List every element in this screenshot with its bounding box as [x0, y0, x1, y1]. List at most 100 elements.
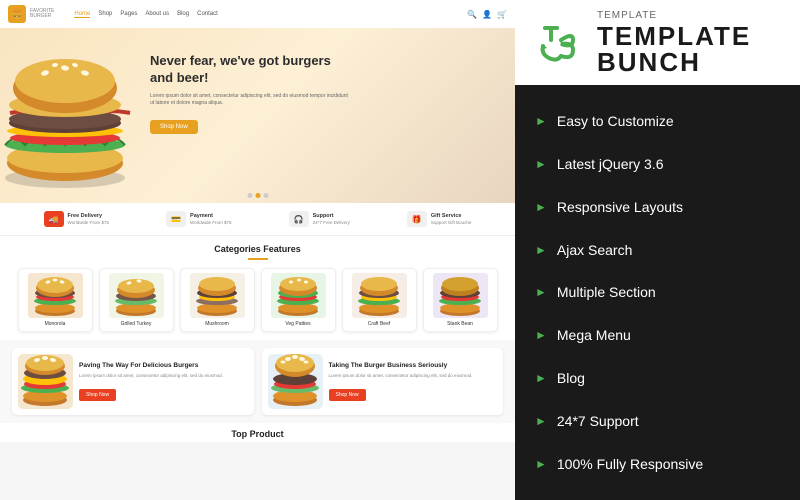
feature-label-5: Multiple Section — [557, 284, 656, 300]
feature-support: 🎧 Support24*7 Free Delivery — [289, 211, 350, 227]
brand-header: TEMPLATE TEMPLATE BUNCH — [515, 0, 800, 85]
logo-icon: 🍔 — [8, 5, 26, 23]
promo-button-2[interactable]: Shop Now — [329, 389, 366, 401]
promo-section: Paving The Way For Delicious Burgers Lor… — [0, 340, 515, 423]
feature-delivery: 🚚 Free DeliveryWorldwide From $75 — [44, 211, 109, 227]
category-item[interactable]: Monorola — [18, 268, 93, 332]
promo-image-2 — [268, 354, 323, 409]
nav-blog[interactable]: Blog — [177, 11, 189, 18]
feature-label-3: Responsive Layouts — [557, 199, 683, 215]
category-item[interactable]: Grilled Turkey — [99, 268, 174, 332]
category-image — [190, 273, 245, 318]
dot-2[interactable] — [255, 193, 260, 198]
nav-about[interactable]: About us — [145, 11, 169, 18]
feature-label-7: Blog — [557, 370, 585, 386]
promo-title-1: Paving The Way For Delicious Burgers — [79, 362, 223, 370]
brand-tagline: TEMPLATE — [597, 10, 751, 21]
feature-label-9: 100% Fully Responsive — [557, 456, 703, 472]
delivery-icon: 🚚 — [44, 211, 64, 227]
category-image — [28, 273, 83, 318]
category-image — [271, 273, 326, 318]
feature-row-3: ► Responsive Layouts — [535, 196, 780, 218]
shop-now-button[interactable]: Shop Now — [150, 120, 198, 134]
nav-contact[interactable]: Contact — [197, 11, 218, 18]
category-item[interactable]: Stank Bean — [423, 268, 498, 332]
promo-image-1 — [18, 354, 73, 409]
features-list: ► Easy to Customize ► Latest jQuery 3.6 … — [515, 85, 800, 500]
nav-pages[interactable]: Pages — [120, 11, 137, 18]
category-image — [352, 273, 407, 318]
nav-icons: 🔍 👤 🛒 — [467, 10, 507, 19]
arrow-icon-1: ► — [535, 114, 547, 128]
user-icon[interactable]: 👤 — [482, 10, 492, 19]
support-icon: 🎧 — [289, 211, 309, 227]
right-panel: TEMPLATE TEMPLATE BUNCH ► Easy to Custom… — [515, 0, 800, 500]
feature-row-9: ► 100% Fully Responsive — [535, 453, 780, 475]
title-divider — [248, 258, 268, 260]
feature-gift: 🎁 Gift ServiceSupport Gift Bouche — [407, 211, 472, 227]
nav-home[interactable]: Home — [74, 11, 90, 18]
logo-text: FAVORITE BURGER — [30, 9, 54, 19]
promo-button-1[interactable]: Shop Now — [79, 389, 116, 401]
navbar: 🍔 FAVORITE BURGER Home Shop Pages About … — [0, 0, 515, 28]
promo-desc-1: Lorem ipsum dolor sit amet, consectetur … — [79, 373, 223, 379]
promo-card-1: Paving The Way For Delicious Burgers Lor… — [12, 348, 254, 415]
cart-icon[interactable]: 🛒 — [497, 10, 507, 19]
hero-title: Never fear, we've got burgers and beer! — [150, 53, 350, 87]
category-name: Veg Patties — [266, 321, 331, 327]
category-name: Craft Beef — [347, 321, 412, 327]
support-text: Support24*7 Free Delivery — [313, 213, 350, 226]
promo-title-2: Taking The Burger Business Seriously — [329, 362, 473, 370]
category-name: Grilled Turkey — [104, 321, 169, 327]
categories-section: Categories Features — [0, 236, 515, 340]
top-product-label: Top Product — [0, 423, 515, 442]
arrow-icon-8: ► — [535, 414, 547, 428]
website-preview: 🍔 FAVORITE BURGER Home Shop Pages About … — [0, 0, 515, 500]
arrow-icon-5: ► — [535, 285, 547, 299]
category-item[interactable]: Mushroom — [180, 268, 255, 332]
arrow-icon-2: ► — [535, 157, 547, 171]
category-name: Monorola — [23, 321, 88, 327]
feature-label-1: Easy to Customize — [557, 113, 674, 129]
nav-shop[interactable]: Shop — [98, 11, 112, 18]
dot-1[interactable] — [247, 193, 252, 198]
hero-description: Lorem ipsum dolor sit amet, consectetur … — [150, 93, 350, 107]
brand-sub-name: BUNCH — [597, 49, 751, 75]
features-bar: 🚚 Free DeliveryWorldwide From $75 💳 Paym… — [0, 203, 515, 236]
feature-payment: 💳 PaymentWorldwide From $75 — [166, 211, 231, 227]
feature-label-2: Latest jQuery 3.6 — [557, 156, 664, 172]
feature-row-1: ► Easy to Customize — [535, 110, 780, 132]
feature-row-2: ► Latest jQuery 3.6 — [535, 153, 780, 175]
hero-burger-image — [0, 33, 150, 193]
promo-card-2: Taking The Burger Business Seriously Lor… — [262, 348, 504, 415]
brand-name: TEMPLATE TEMPLATE BUNCH — [597, 10, 751, 75]
feature-row-5: ► Multiple Section — [535, 281, 780, 303]
category-item[interactable]: Craft Beef — [342, 268, 417, 332]
category-image — [433, 273, 488, 318]
category-name: Stank Bean — [428, 321, 493, 327]
promo-content-1: Paving The Way For Delicious Burgers Lor… — [79, 362, 223, 402]
site-logo: 🍔 FAVORITE BURGER — [8, 5, 54, 23]
feature-label-6: Mega Menu — [557, 327, 631, 343]
feature-label-4: Ajax Search — [557, 242, 632, 258]
brand-logo-icon — [535, 18, 585, 68]
feature-row-7: ► Blog — [535, 367, 780, 389]
arrow-icon-4: ► — [535, 243, 547, 257]
arrow-icon-7: ► — [535, 371, 547, 385]
dot-3[interactable] — [263, 193, 268, 198]
delivery-text: Free DeliveryWorldwide From $75 — [68, 213, 109, 226]
category-item[interactable]: Veg Patties — [261, 268, 336, 332]
arrow-icon-6: ► — [535, 328, 547, 342]
category-name: Mushroom — [185, 321, 250, 327]
arrow-icon-9: ► — [535, 457, 547, 471]
hero-section: Never fear, we've got burgers and beer! … — [0, 28, 515, 203]
hero-text-block: Never fear, we've got burgers and beer! … — [150, 53, 350, 134]
promo-desc-2: Lorem ipsum dolor sit amet, consectetur … — [329, 373, 473, 379]
feature-row-4: ► Ajax Search — [535, 239, 780, 261]
promo-content-2: Taking The Burger Business Seriously Lor… — [329, 362, 473, 402]
category-grid: Monorola Grilled Turk — [12, 268, 503, 332]
feature-row-6: ► Mega Menu — [535, 324, 780, 346]
payment-icon: 💳 — [166, 211, 186, 227]
search-icon[interactable]: 🔍 — [467, 10, 477, 19]
category-image — [109, 273, 164, 318]
